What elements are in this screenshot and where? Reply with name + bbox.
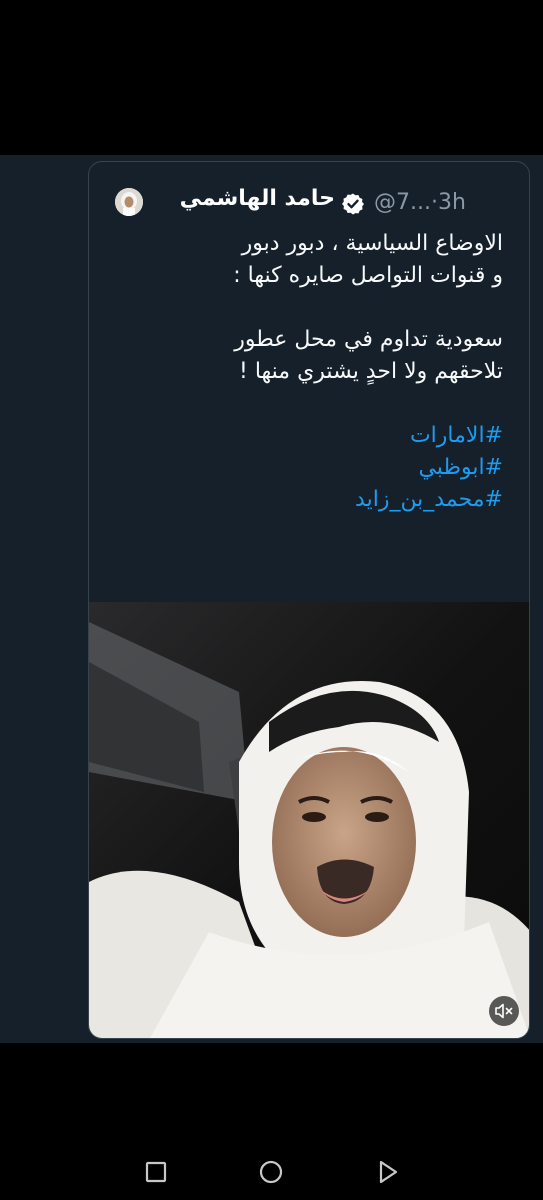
tweet-line: سعودية تداوم في محل عطور xyxy=(234,327,503,352)
verified-badge-icon xyxy=(341,192,365,216)
tweet-line: تلاحقهم ولا احدٍ يشتري منها ! xyxy=(239,359,503,384)
video-frame xyxy=(89,602,529,1038)
avatar[interactable] xyxy=(115,188,143,216)
triangle-icon[interactable] xyxy=(373,1158,401,1186)
top-black-area xyxy=(0,0,543,155)
author-name[interactable]: حامد الهاشمي xyxy=(149,186,335,211)
tweet-line: و قنوات التواصل صايره كنها : xyxy=(233,263,503,288)
hashtag-link[interactable]: #ابوظبي xyxy=(101,452,503,484)
tweet-header: حامد الهاشمي @7...·3h xyxy=(89,186,529,220)
video-player[interactable] xyxy=(89,602,529,1038)
circle-icon[interactable] xyxy=(257,1158,285,1186)
hashtag-link[interactable]: #الامارات xyxy=(101,420,503,452)
handle-and-time[interactable]: @7...·3h xyxy=(374,190,466,215)
tweet-line: الاوضاع السياسية ، دبور دبور xyxy=(241,231,503,256)
quoted-tweet-card[interactable]: حامد الهاشمي @7...·3h الاوضاع السياسية ،… xyxy=(88,161,530,1039)
hashtag-link[interactable]: #محمد_بن_زايد xyxy=(101,484,503,516)
square-icon[interactable] xyxy=(142,1158,170,1186)
tweet-text: الاوضاع السياسية ، دبور دبور و قنوات الت… xyxy=(101,228,503,516)
tweet-gap xyxy=(101,388,503,420)
speaker-muted-icon[interactable] xyxy=(489,996,519,1026)
android-navigation-bar xyxy=(0,1120,543,1200)
